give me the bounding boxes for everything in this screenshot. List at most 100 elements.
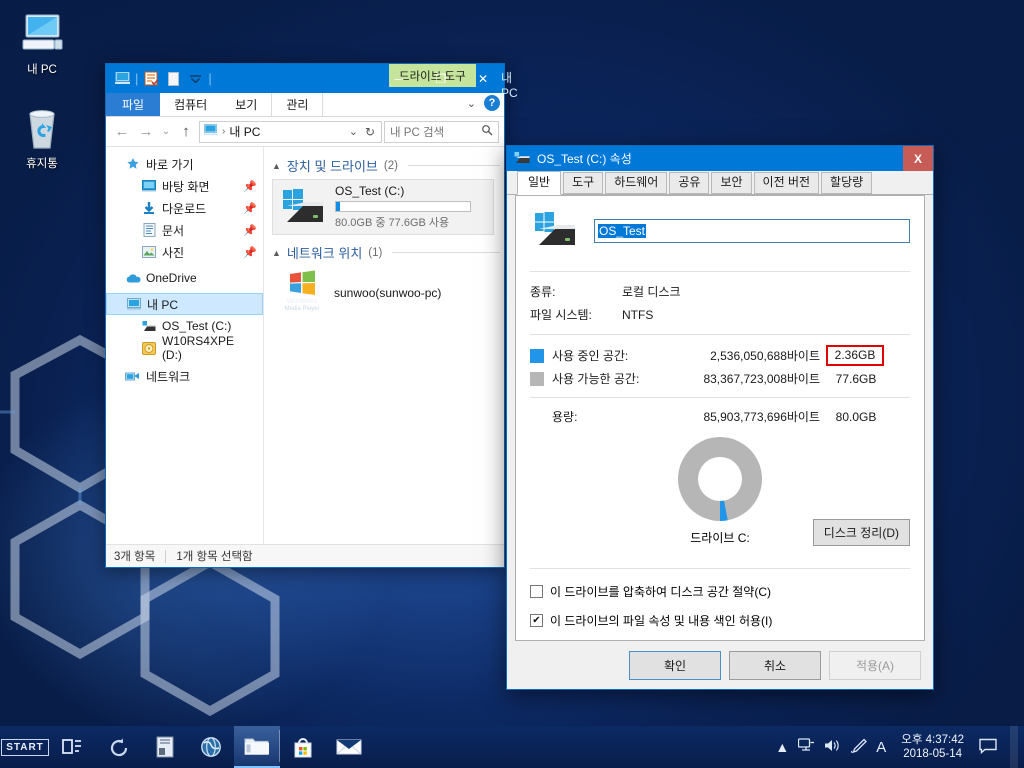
desktop-icon-recycle-bin[interactable]: 휴지통 xyxy=(4,106,80,171)
sidebar-item-this-pc[interactable]: 내 PC xyxy=(106,293,263,315)
sidebar-item-w10rs4xpe-d[interactable]: W10RS4XPE (D:) xyxy=(106,334,263,362)
up-button[interactable]: ↑ xyxy=(175,121,197,143)
drive-properties-dialog[interactable]: OS_Test (C:) 속성 X 일반 도구 하드웨어 공유 보안 이전 버전… xyxy=(506,145,934,690)
file-explorer-button[interactable] xyxy=(234,726,280,768)
sidebar-item-quick-access[interactable]: 바로 가기 xyxy=(106,153,263,175)
pen-icon[interactable] xyxy=(850,738,868,756)
chevron-down-icon[interactable]: ⌄ xyxy=(467,97,476,110)
search-input[interactable]: 내 PC 검색 xyxy=(384,120,499,143)
forward-button[interactable]: → xyxy=(135,121,157,143)
help-icon[interactable]: ? xyxy=(484,95,500,111)
volume-label-input[interactable]: OS_Test xyxy=(594,218,910,243)
dialog-footer[interactable]: 확인 취소 적용(A) xyxy=(507,641,933,689)
qat-separator-2: | xyxy=(208,71,212,86)
tab-file[interactable]: 파일 xyxy=(106,93,161,116)
recent-locations-button[interactable]: ⌄ xyxy=(159,121,173,143)
ribbon-tab-strip[interactable]: 파일 컴퓨터 보기 관리 ⌄ ? xyxy=(106,93,504,117)
disk-cleanup-button[interactable]: 디스크 정리(D) xyxy=(812,519,910,546)
info-value: 로컬 디스크 xyxy=(622,285,681,299)
system-tray[interactable]: ▲ A 오후 4:37:42 2018-05-14 xyxy=(775,726,1024,768)
minimize-button[interactable]: ─ xyxy=(378,64,420,93)
file-explorer-window[interactable]: | | 드라이브 도구 내 PC ─ ❐ ✕ 파일 컴퓨터 보기 관리 ⌄ ? … xyxy=(105,63,518,568)
sidebar-item-desktop[interactable]: 바탕 화면 📌 xyxy=(106,175,263,197)
quick-access-toolbar[interactable]: | | xyxy=(106,69,213,89)
sidebar-item-network[interactable]: 네트워크 xyxy=(106,365,263,387)
desktop[interactable]: 내 PC 휴지통 | | 드라이브 도구 내 PC ─ ❐ ✕ 파일 컴퓨터 보… xyxy=(0,0,1024,768)
properties-tab-strip[interactable]: 일반 도구 하드웨어 공유 보안 이전 버전 할당량 xyxy=(507,171,933,195)
maximize-button[interactable]: ❐ xyxy=(420,64,462,93)
group-count: (2) xyxy=(383,159,398,172)
close-button[interactable]: ✕ xyxy=(462,64,504,93)
history-restore-button[interactable] xyxy=(96,726,142,768)
taskbar[interactable]: START ▲ A 오후 4:37:42 2018-05-14 xyxy=(0,726,1024,768)
ribbon-right-controls[interactable]: ⌄ ? xyxy=(467,95,500,111)
tab-view[interactable]: 보기 xyxy=(221,93,271,116)
action-center-icon[interactable] xyxy=(979,738,997,757)
clock-date: 2018-05-14 xyxy=(903,748,963,760)
clock[interactable]: 오후 4:37:42 2018-05-14 xyxy=(895,733,970,761)
sidebar-item-documents[interactable]: 문서 📌 xyxy=(106,219,263,241)
properties-icon[interactable] xyxy=(141,69,161,89)
mail-button[interactable] xyxy=(326,726,372,768)
microsoft-store-button[interactable] xyxy=(280,726,326,768)
breadcrumb-this-pc[interactable]: 내 PC xyxy=(229,123,260,140)
navigation-pane[interactable]: 바로 가기 바탕 화면 📌 다운로드 📌 문서 📌 사진 📌 OneDrive … xyxy=(106,147,264,544)
capacity-human: 80.0GB xyxy=(835,409,877,424)
drive-tile-os-test[interactable]: OS_Test (C:) 80.0GB 중 77.6GB 사용 xyxy=(272,179,494,235)
pin-icon[interactable]: 📌 xyxy=(243,246,257,259)
tab-tools[interactable]: 도구 xyxy=(563,172,604,194)
new-folder-icon[interactable] xyxy=(163,69,183,89)
pin-icon[interactable]: 📌 xyxy=(243,202,257,215)
tab-computer[interactable]: 컴퓨터 xyxy=(160,93,221,116)
tab-previous-versions[interactable]: 이전 버전 xyxy=(753,172,820,194)
index-checkbox[interactable]: ✔ xyxy=(530,614,543,627)
volume-icon[interactable] xyxy=(824,738,841,756)
sidebar-item-onedrive[interactable]: OneDrive xyxy=(106,267,263,289)
checkbox-row-compress[interactable]: 이 드라이브를 압축하여 디스크 공간 절약(C) xyxy=(530,583,910,600)
task-view-button[interactable] xyxy=(50,726,96,768)
sidebar-item-label: W10RS4XPE (D:) xyxy=(161,334,234,362)
network-icon[interactable] xyxy=(798,738,815,756)
window-controls[interactable]: ─ ❐ ✕ xyxy=(378,64,504,93)
checkbox-row-index[interactable]: ✔ 이 드라이브의 파일 속성 및 내용 색인 허용(I) xyxy=(530,612,910,629)
address-dropdown-icon[interactable]: ⌄ xyxy=(349,125,358,138)
tab-manage[interactable]: 관리 xyxy=(271,93,324,116)
tab-hardware[interactable]: 하드웨어 xyxy=(605,172,668,194)
tab-security[interactable]: 보안 xyxy=(711,172,752,194)
back-button[interactable]: ← xyxy=(111,121,133,143)
sidebar-item-pictures[interactable]: 사진 📌 xyxy=(106,241,263,263)
cancel-button[interactable]: 취소 xyxy=(729,650,821,680)
compress-checkbox[interactable] xyxy=(530,585,543,598)
group-header-network-locations[interactable]: ▲ 네트워크 위치 (1) xyxy=(272,243,500,262)
start-button[interactable]: START xyxy=(0,726,50,768)
desktop-icon-this-pc[interactable]: 내 PC xyxy=(4,12,80,77)
info-value: NTFS xyxy=(622,307,654,322)
tab-quota[interactable]: 할당량 xyxy=(821,172,873,194)
this-pc-icon[interactable] xyxy=(112,69,132,89)
ok-button[interactable]: 확인 xyxy=(629,650,721,680)
search-icon[interactable] xyxy=(481,124,493,139)
sidebar-item-downloads[interactable]: 다운로드 📌 xyxy=(106,197,263,219)
content-pane[interactable]: ▲ 장치 및 드라이브 (2) OS_Test (C:) 80.0GB 중 77… xyxy=(264,147,504,544)
properties-title-bar[interactable]: OS_Test (C:) 속성 X xyxy=(507,146,933,171)
ime-icon[interactable]: A xyxy=(876,739,886,756)
pin-icon[interactable]: 📌 xyxy=(243,224,257,237)
tab-general[interactable]: 일반 xyxy=(517,171,562,195)
show-desktop-button[interactable] xyxy=(1010,726,1018,768)
status-bar: 3개 항목 1개 항목 선택함 xyxy=(106,544,504,567)
refresh-icon[interactable]: ↻ xyxy=(365,125,375,139)
notepad-button[interactable] xyxy=(142,726,188,768)
collapse-triangle-icon[interactable]: ▲ xyxy=(272,161,281,171)
customize-chevron-icon[interactable] xyxy=(185,69,205,89)
address-bar-row[interactable]: ← → ⌄ ↑ › 내 PC ⌄ ↻ 내 PC 검색 xyxy=(106,117,504,147)
explorer-title-bar[interactable]: | | 드라이브 도구 내 PC ─ ❐ ✕ xyxy=(106,64,518,100)
network-tile-sunwoo[interactable]: Windows Media Player sunwoo(sunwoo-pc) xyxy=(272,266,494,319)
close-icon[interactable]: X xyxy=(903,146,933,171)
show-hidden-icons-button[interactable]: ▲ xyxy=(775,739,789,755)
group-header-devices-and-drives[interactable]: ▲ 장치 및 드라이브 (2) xyxy=(272,156,500,175)
browser-button[interactable] xyxy=(188,726,234,768)
pin-icon[interactable]: 📌 xyxy=(243,180,257,193)
tab-sharing[interactable]: 공유 xyxy=(669,172,710,194)
collapse-triangle-icon[interactable]: ▲ xyxy=(272,248,281,258)
address-bar[interactable]: › 내 PC ⌄ ↻ xyxy=(199,120,382,143)
